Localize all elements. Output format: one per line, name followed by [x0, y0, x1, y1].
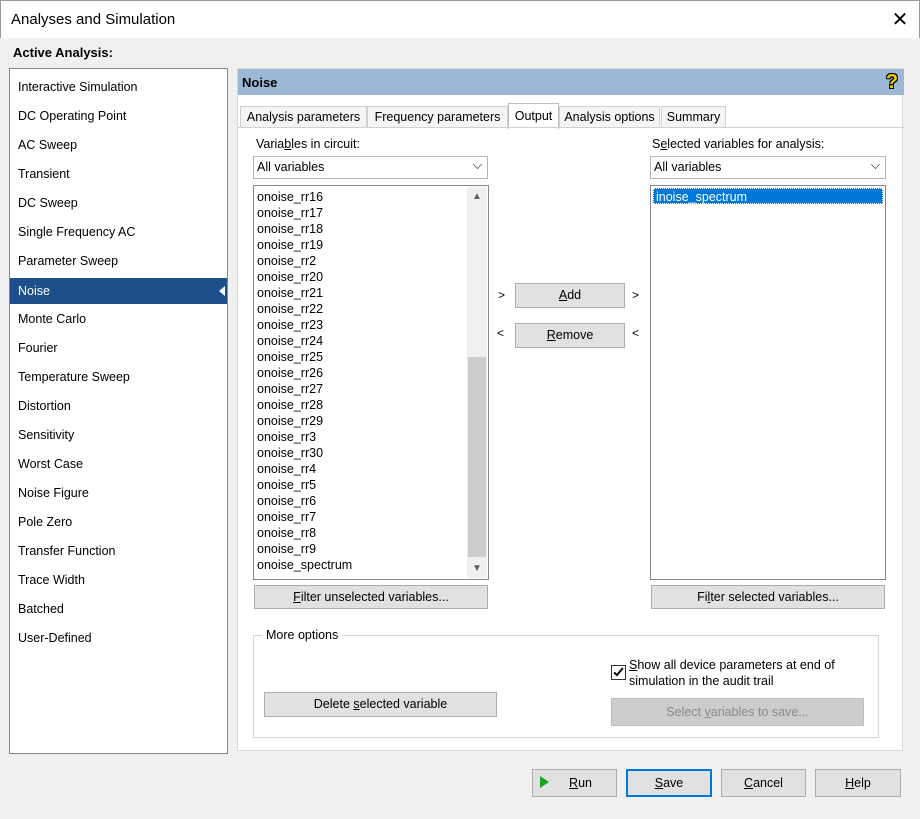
analysis-item[interactable]: Batched [10, 596, 227, 622]
analysis-item[interactable]: Transient [10, 161, 227, 187]
analysis-item[interactable]: AC Sweep [10, 132, 227, 158]
selected-variables-list[interactable]: inoise_spectrum [650, 185, 886, 580]
add-arrow-right-icon: > [632, 288, 640, 302]
cancel-button[interactable]: Cancel [721, 769, 806, 797]
analysis-item[interactable]: Noise [10, 278, 227, 304]
delete-selected-variable-button[interactable]: Delete selected variable [264, 692, 497, 717]
chevron-down-icon [473, 160, 482, 169]
analysis-item[interactable]: Transfer Function [10, 538, 227, 564]
circuit-variable-item[interactable]: onoise_rr30 [257, 445, 323, 461]
panel-title: Noise [242, 75, 278, 90]
circuit-variable-item[interactable]: onoise_rr25 [257, 349, 323, 365]
circuit-variable-item[interactable]: onoise_rr3 [257, 429, 316, 445]
tab-analysis-options[interactable]: Analysis options [559, 106, 660, 128]
tab-analysis-parameters[interactable]: Analysis parameters [240, 106, 367, 128]
add-button[interactable]: Add [515, 283, 625, 308]
circuit-variable-item[interactable]: onoise_rr29 [257, 413, 323, 429]
remove-arrow-left-icon: < [497, 326, 505, 340]
selected-variable-item[interactable]: inoise_spectrum [653, 188, 883, 204]
circuit-variable-item[interactable]: onoise_rr2 [257, 253, 316, 269]
circuit-variable-item[interactable]: onoise_rr5 [257, 477, 316, 493]
circuit-variable-item[interactable]: onoise_rr17 [257, 205, 323, 221]
show-device-parameters-checkbox[interactable] [611, 665, 626, 680]
variables-in-circuit-label: Variables in circuit: [256, 137, 360, 151]
circuit-variable-item[interactable]: onoise_rr24 [257, 333, 323, 349]
active-analysis-label: Active Analysis: [13, 45, 113, 60]
add-arrow-left-icon: > [498, 288, 506, 302]
circuit-variables-list[interactable]: onoise_rr16 onoise_rr17 onoise_rr18 onoise_… [253, 185, 489, 580]
remove-button[interactable]: Remove [515, 323, 625, 348]
circuit-variable-item[interactable]: onoise_rr23 [257, 317, 323, 333]
show-device-parameters-label[interactable]: Show all device parameters at end of sim… [629, 657, 835, 689]
selected-variables-filter-dropdown[interactable]: All variables [650, 156, 886, 179]
checkmark-icon [613, 665, 624, 677]
circuit-variable-item[interactable]: onoise_rr19 [257, 237, 323, 253]
circuit-variable-item[interactable]: onoise_spectrum [257, 557, 352, 573]
window-title: Analyses and Simulation [11, 11, 176, 28]
tab-summary[interactable]: Summary [661, 106, 726, 128]
help-question-icon[interactable]: ? [881, 70, 903, 94]
circuit-variables-filter-dropdown[interactable]: All variables [253, 156, 488, 179]
analysis-item[interactable]: Monte Carlo [10, 306, 227, 332]
circuit-variable-item[interactable]: onoise_rr4 [257, 461, 316, 477]
analysis-item[interactable]: Fourier [10, 335, 227, 361]
close-icon[interactable]: ✕ [888, 8, 912, 32]
analysis-item[interactable]: User-Defined [10, 625, 227, 651]
save-button[interactable]: Save [626, 769, 712, 797]
circuit-variable-item[interactable]: onoise_rr16 [257, 189, 323, 205]
select-variables-to-save-button[interactable]: Select variables to save... [611, 698, 864, 726]
circuit-variable-item[interactable]: onoise_rr21 [257, 285, 323, 301]
panel-header: Noise ? [238, 69, 904, 95]
title-bar: Analyses and Simulation ✕ [0, 0, 920, 38]
circuit-variable-item[interactable]: onoise_rr7 [257, 509, 316, 525]
circuit-variable-item[interactable]: onoise_rr9 [257, 541, 316, 557]
circuit-variable-item[interactable]: onoise_rr8 [257, 525, 316, 541]
tab-divider [238, 127, 904, 128]
circuit-variables-scrollbar[interactable]: ▲ ▼ [467, 187, 487, 578]
selected-filter-value: All variables [654, 160, 722, 174]
analysis-item[interactable]: Interactive Simulation [10, 74, 227, 100]
analysis-item[interactable]: Temperature Sweep [10, 364, 227, 390]
circuit-variable-item[interactable]: onoise_rr27 [257, 381, 323, 397]
circuit-variable-item[interactable]: onoise_rr6 [257, 493, 316, 509]
analysis-item[interactable]: Distortion [10, 393, 227, 419]
scroll-down-icon[interactable]: ▼ [467, 560, 487, 577]
remove-arrow-right-icon: < [632, 326, 640, 340]
circuit-variable-item[interactable]: onoise_rr20 [257, 269, 323, 285]
analysis-item[interactable]: DC Operating Point [10, 103, 227, 129]
circuit-variable-item[interactable]: onoise_rr22 [257, 301, 323, 317]
analysis-item[interactable]: Single Frequency AC [10, 219, 227, 245]
tab-output[interactable]: Output [508, 103, 559, 129]
filter-unselected-variables-button[interactable]: Filter unselected variables... [254, 585, 488, 609]
more-options-title: More options [262, 628, 343, 642]
analysis-list[interactable]: Interactive Simulation DC Operating Point… [9, 68, 228, 754]
circuit-variable-item[interactable]: onoise_rr28 [257, 397, 323, 413]
help-button[interactable]: Help [815, 769, 901, 797]
analysis-item[interactable]: Parameter Sweep [10, 248, 227, 274]
chevron-down-icon [871, 160, 880, 169]
selected-variables-label: Selected variables for analysis: [652, 137, 825, 151]
filter-selected-variables-button[interactable]: Filter selected variables... [651, 585, 885, 609]
analysis-item[interactable]: DC Sweep [10, 190, 227, 216]
circuit-filter-value: All variables [257, 160, 325, 174]
tab-frequency-parameters[interactable]: Frequency parameters [367, 106, 508, 128]
play-icon [540, 776, 549, 788]
circuit-variable-item[interactable]: onoise_rr18 [257, 221, 323, 237]
circuit-variable-item[interactable]: onoise_rr26 [257, 365, 323, 381]
analysis-item[interactable]: Noise Figure [10, 480, 227, 506]
analysis-item[interactable]: Worst Case [10, 451, 227, 477]
scroll-thumb[interactable] [468, 357, 486, 557]
analysis-item[interactable]: Sensitivity [10, 422, 227, 448]
run-button[interactable]: Run [532, 769, 617, 797]
analysis-item[interactable]: Trace Width [10, 567, 227, 593]
scroll-up-icon[interactable]: ▲ [467, 188, 487, 205]
analysis-item[interactable]: Pole Zero [10, 509, 227, 535]
